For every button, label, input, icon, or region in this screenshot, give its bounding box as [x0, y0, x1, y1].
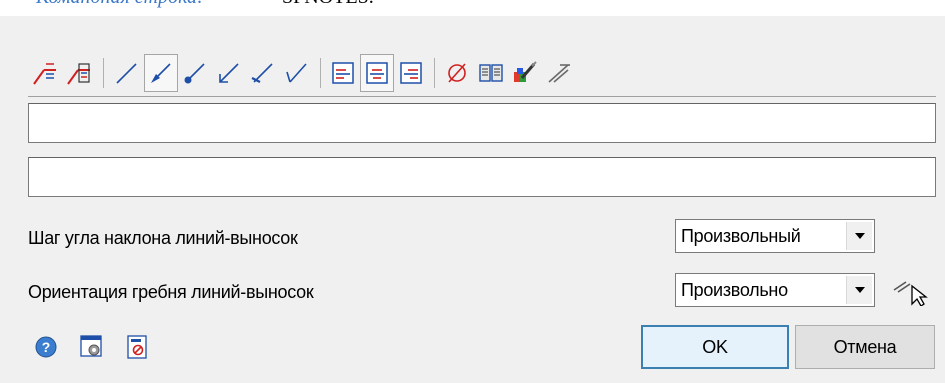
align-right-icon	[400, 62, 422, 84]
leader-pick-icon	[548, 64, 570, 83]
leader-line-none-button[interactable]	[110, 54, 144, 92]
leader-pick-button[interactable]	[542, 54, 576, 92]
settings-button[interactable]	[78, 333, 106, 361]
template-icon	[127, 335, 147, 359]
shelf-orientation-select[interactable]: Произвольно	[675, 273, 875, 307]
leader-line-arrow-button[interactable]	[144, 54, 178, 92]
leader-line-tick-icon	[251, 63, 273, 83]
align-center-button[interactable]	[360, 54, 394, 92]
command-text: SPNOTES.	[282, 0, 374, 9]
notes-dialog: Шаг угла наклона линий-выносок Произволь…	[0, 16, 945, 383]
color-brush-icon	[514, 61, 537, 82]
shelf-orientation-label: Ориентация гребня линий-выносок	[28, 282, 314, 302]
leader-text-copy-icon	[67, 63, 90, 85]
help-icon: ?	[35, 336, 57, 358]
command-line: Командная строка: SPNOTES.	[0, 0, 945, 16]
angle-step-value: Произвольный	[681, 226, 801, 246]
template-button[interactable]	[124, 333, 152, 361]
leader-line-none-icon	[116, 63, 137, 84]
toolbar-separator	[434, 58, 435, 88]
leader-line-check-button[interactable]	[280, 54, 314, 92]
angle-step-dropdown-button[interactable]	[846, 222, 872, 250]
help-button[interactable]: ?	[32, 333, 60, 361]
text-line-1-input[interactable]	[28, 103, 936, 143]
leader-line-arrow-icon	[151, 63, 171, 83]
ok-button[interactable]: OK	[641, 325, 789, 369]
shelf-orientation-value: Произвольно	[681, 280, 788, 300]
toolbar-separator	[103, 58, 104, 88]
leader-text-edit-icon	[33, 63, 56, 85]
toolbar	[28, 54, 938, 98]
chevron-down-icon	[854, 287, 865, 293]
chevron-down-icon	[854, 233, 865, 239]
leader-line-dot-icon	[184, 63, 205, 84]
text-line-2-input[interactable]	[28, 157, 936, 197]
align-left-icon	[332, 62, 354, 84]
leader-line-open-arrow-button[interactable]	[212, 54, 246, 92]
leader-line-tick-button[interactable]	[246, 54, 280, 92]
align-left-button[interactable]	[326, 54, 360, 92]
diameter-symbol-icon	[448, 63, 466, 83]
align-right-button[interactable]	[394, 54, 428, 92]
leader-line-open-arrow-icon	[219, 63, 239, 83]
align-center-icon	[366, 62, 388, 84]
library-book-button[interactable]	[474, 54, 508, 92]
angle-step-label: Шаг угла наклона линий-выносок	[28, 228, 298, 248]
color-brush-button[interactable]	[508, 54, 542, 92]
leader-line-check-icon	[286, 63, 307, 83]
leader-line-dot-button[interactable]	[178, 54, 212, 92]
angle-step-select[interactable]: Произвольный	[675, 219, 875, 253]
cancel-button[interactable]: Отмена	[795, 325, 935, 369]
svg-text:?: ?	[42, 339, 51, 355]
toolbar-separator	[320, 58, 321, 88]
window-settings-icon	[80, 335, 102, 357]
command-prompt: Командная строка:	[36, 0, 204, 9]
pick-orientation-button[interactable]	[890, 278, 930, 311]
diameter-symbol-button[interactable]	[440, 54, 474, 92]
leader-text-edit-button[interactable]	[28, 54, 62, 92]
toolbar-divider	[28, 96, 936, 97]
shelf-orientation-dropdown-button[interactable]	[846, 276, 872, 304]
pick-cursor-icon	[893, 281, 928, 307]
library-book-icon	[479, 64, 503, 82]
leader-text-copy-button[interactable]	[62, 54, 96, 92]
